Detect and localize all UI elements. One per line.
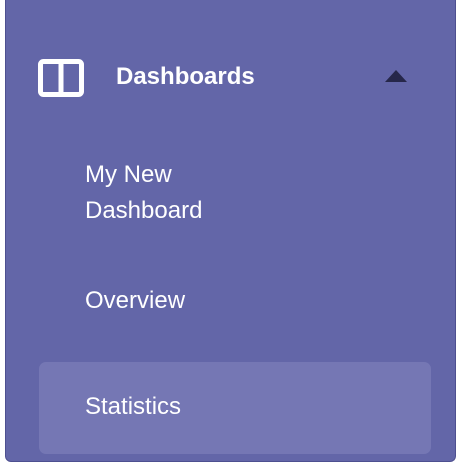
- sidebar-panel: Dashboards My New Dashboard Overview Sta…: [5, 0, 456, 462]
- dashboards-section-title: Dashboards: [116, 63, 255, 90]
- sidebar-item-statistics[interactable]: Statistics: [39, 362, 431, 454]
- sidebar-item-label: Overview: [85, 287, 186, 314]
- sidebar-item-label: Statistics: [85, 393, 182, 420]
- chevron-up-icon[interactable]: [384, 68, 408, 84]
- dashboard-layout-icon: [38, 59, 84, 97]
- sidebar-item-label: My New Dashboard: [85, 161, 203, 224]
- sidebar-item-overview[interactable]: Overview: [39, 283, 431, 323]
- dashboards-section-header[interactable]: Dashboards: [6, 44, 455, 108]
- sidebar-item-my-new-dashboard[interactable]: My New Dashboard: [39, 155, 431, 245]
